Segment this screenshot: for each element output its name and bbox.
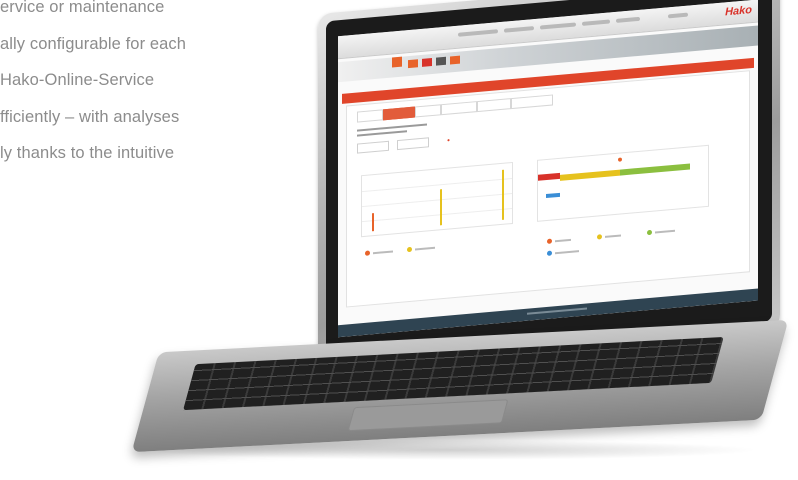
keyboard-rows [183, 336, 724, 411]
legend-label [655, 229, 675, 234]
date-from-field[interactable] [357, 140, 389, 154]
topbar-menu-item[interactable] [458, 29, 498, 37]
brand-logo: Hako [725, 4, 752, 19]
tab[interactable] [511, 94, 553, 110]
legend-dot [647, 229, 652, 236]
gridline [362, 193, 512, 208]
topbar-menu-item[interactable] [616, 16, 640, 23]
analysis-panel: ● [346, 70, 750, 308]
laptop-screen: Hako ● [338, 0, 758, 338]
vehicle-icon[interactable] [408, 59, 418, 69]
chart-bar [372, 213, 374, 232]
tab[interactable] [441, 101, 477, 116]
laptop-lid: Hako ● [318, 0, 780, 370]
home-button[interactable] [392, 56, 402, 68]
status-timeline-chart [537, 144, 709, 222]
gridline [362, 208, 512, 223]
legend-label [373, 250, 393, 255]
legend-label [605, 234, 621, 238]
timeline-marker [618, 157, 622, 162]
legend-dot [547, 238, 552, 244]
legend-label [555, 238, 571, 243]
user-menu[interactable] [668, 12, 688, 19]
footer-text [527, 307, 587, 315]
tab[interactable] [477, 98, 511, 113]
legend-dot [547, 250, 552, 256]
apply-link[interactable]: ● [447, 137, 450, 143]
timeline-bar-blue [546, 192, 560, 199]
topbar-menu-item[interactable] [504, 26, 534, 33]
laptop-base [131, 319, 789, 453]
machine-info-line [357, 123, 427, 132]
topbar-menu-item[interactable] [582, 19, 610, 26]
operating-hours-chart [361, 161, 513, 238]
chart-bar [440, 189, 442, 226]
laptop-illustration: Hako ● [0, 0, 798, 480]
gridline [362, 178, 512, 193]
chart-bar [502, 169, 504, 220]
alert-icon[interactable] [422, 58, 432, 67]
machine-info-line [357, 130, 407, 137]
legend-dot [407, 246, 412, 253]
map-icon[interactable] [450, 55, 460, 65]
tab[interactable] [415, 104, 441, 118]
topbar-menu-item[interactable] [540, 22, 576, 30]
legend-label [415, 246, 435, 251]
keyboard [183, 336, 724, 411]
date-to-field[interactable] [397, 137, 429, 151]
trackpad [347, 399, 509, 432]
tool-icon[interactable] [436, 56, 446, 66]
legend-label [555, 250, 579, 255]
tab-active[interactable] [383, 106, 415, 121]
tab[interactable] [357, 109, 383, 123]
legend-dot [597, 234, 602, 240]
timeline-bar-red [538, 172, 560, 181]
timeline-bar-green [620, 163, 690, 176]
screen-bezel: Hako ● [326, 0, 772, 361]
timeline-bar-yellow [560, 169, 620, 181]
legend-dot [365, 250, 370, 256]
